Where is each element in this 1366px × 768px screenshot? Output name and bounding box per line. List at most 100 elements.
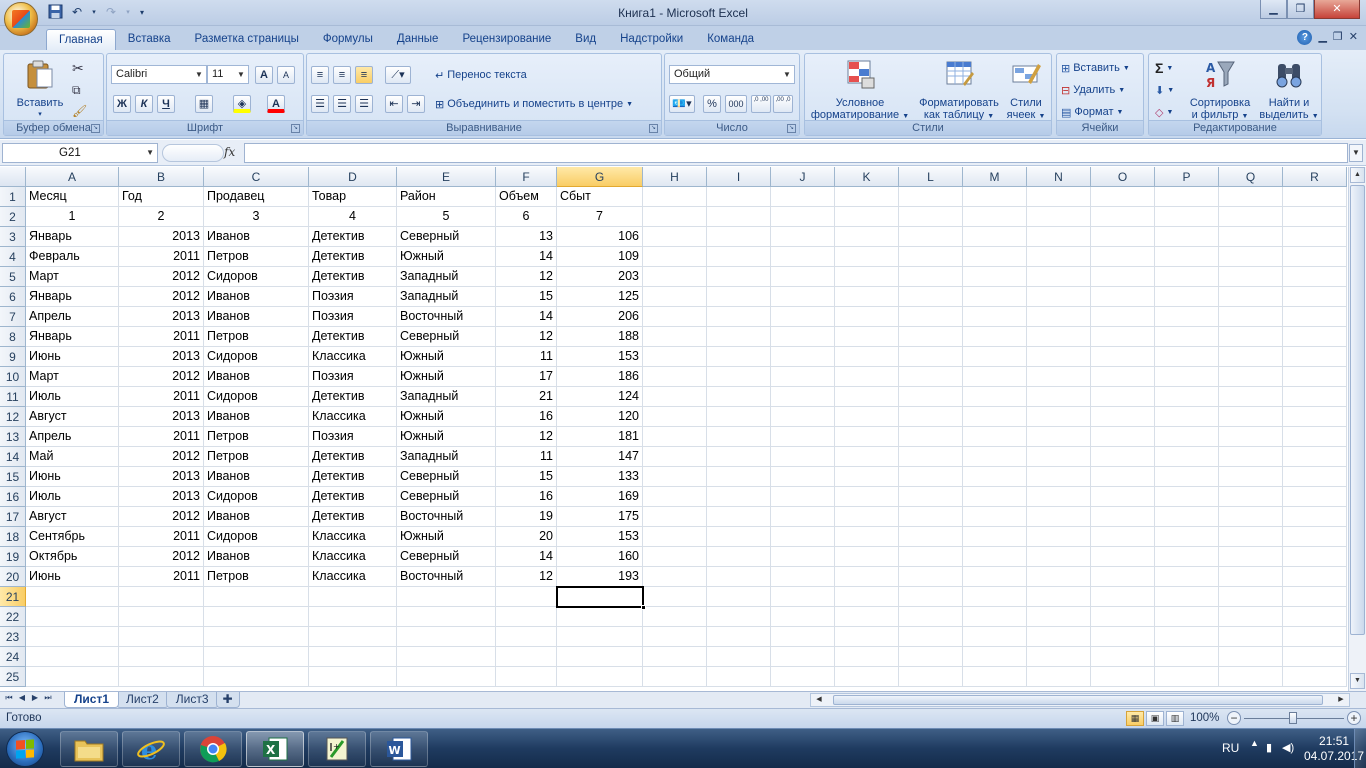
cell-n8[interactable] — [1027, 327, 1091, 347]
cell-q19[interactable] — [1219, 547, 1283, 567]
shrink-font-button[interactable]: A — [277, 65, 295, 85]
cell-e24[interactable] — [397, 647, 496, 667]
cell-e2[interactable]: 5 — [397, 207, 496, 227]
cell-m9[interactable] — [963, 347, 1027, 367]
cell-o6[interactable] — [1091, 287, 1155, 307]
cell-f20[interactable]: 12 — [496, 567, 557, 587]
cell-d10[interactable]: Поэзия — [309, 367, 397, 387]
cell-i13[interactable] — [707, 427, 771, 447]
cell-b15[interactable]: 2013 — [119, 467, 204, 487]
column-header-f[interactable]: F — [496, 167, 557, 187]
cell-r13[interactable] — [1283, 427, 1347, 447]
cell-o24[interactable] — [1091, 647, 1155, 667]
cell-c21[interactable] — [204, 587, 309, 607]
next-sheet-icon[interactable]: ▶ — [30, 693, 40, 703]
cell-l23[interactable] — [899, 627, 963, 647]
cell-f24[interactable] — [496, 647, 557, 667]
cell-i20[interactable] — [707, 567, 771, 587]
cell-f11[interactable]: 21 — [496, 387, 557, 407]
cell-r12[interactable] — [1283, 407, 1347, 427]
tab-view[interactable]: Вид — [563, 29, 608, 50]
column-header-o[interactable]: O — [1091, 167, 1155, 187]
cell-n21[interactable] — [1027, 587, 1091, 607]
cell-n5[interactable] — [1027, 267, 1091, 287]
cell-k7[interactable] — [835, 307, 899, 327]
cell-c4[interactable]: Петров — [204, 247, 309, 267]
cell-f23[interactable] — [496, 627, 557, 647]
cell-p10[interactable] — [1155, 367, 1219, 387]
cell-i12[interactable] — [707, 407, 771, 427]
cell-r25[interactable] — [1283, 667, 1347, 687]
cell-q12[interactable] — [1219, 407, 1283, 427]
merge-center-button[interactable]: ⊞ Объединить и поместить в центре ▼ — [435, 94, 633, 114]
cell-g5[interactable]: 203 — [557, 267, 643, 287]
cell-a23[interactable] — [26, 627, 119, 647]
tab-review[interactable]: Рецензирование — [450, 29, 563, 50]
cell-a15[interactable]: Июнь — [26, 467, 119, 487]
cell-g24[interactable] — [557, 647, 643, 667]
cell-p1[interactable] — [1155, 187, 1219, 207]
first-sheet-icon[interactable]: ⏮ — [4, 693, 14, 703]
cell-j17[interactable] — [771, 507, 835, 527]
cell-p8[interactable] — [1155, 327, 1219, 347]
cell-j6[interactable] — [771, 287, 835, 307]
office-button[interactable] — [4, 2, 38, 36]
cell-j12[interactable] — [771, 407, 835, 427]
column-header-g[interactable]: G — [557, 167, 643, 187]
cell-f9[interactable]: 11 — [496, 347, 557, 367]
cell-c1[interactable]: Продавец — [204, 187, 309, 207]
cell-i10[interactable] — [707, 367, 771, 387]
cell-p16[interactable] — [1155, 487, 1219, 507]
row-header-12[interactable]: 12 — [0, 407, 26, 427]
cell-c19[interactable]: Иванов — [204, 547, 309, 567]
cell-d17[interactable]: Детектив — [309, 507, 397, 527]
cell-k22[interactable] — [835, 607, 899, 627]
format-as-table-button[interactable]: Форматировать как таблицу ▼ — [913, 58, 1005, 123]
column-header-b[interactable]: B — [119, 167, 204, 187]
cell-d21[interactable] — [309, 587, 397, 607]
cell-o10[interactable] — [1091, 367, 1155, 387]
cell-a21[interactable] — [26, 587, 119, 607]
cell-g22[interactable] — [557, 607, 643, 627]
column-header-r[interactable]: R — [1283, 167, 1347, 187]
cell-e20[interactable]: Восточный — [397, 567, 496, 587]
cell-c5[interactable]: Сидоров — [204, 267, 309, 287]
cell-l3[interactable] — [899, 227, 963, 247]
cell-c10[interactable]: Иванов — [204, 367, 309, 387]
prev-sheet-icon[interactable]: ◀ — [17, 693, 27, 703]
cell-k23[interactable] — [835, 627, 899, 647]
language-indicator[interactable]: RU — [1222, 741, 1239, 755]
cell-m2[interactable] — [963, 207, 1027, 227]
cell-k2[interactable] — [835, 207, 899, 227]
cell-l16[interactable] — [899, 487, 963, 507]
cell-h6[interactable] — [643, 287, 707, 307]
cell-g20[interactable]: 193 — [557, 567, 643, 587]
cell-d14[interactable]: Детектив — [309, 447, 397, 467]
row-header-7[interactable]: 7 — [0, 307, 26, 327]
tab-page-layout[interactable]: Разметка страницы — [183, 29, 311, 50]
cell-j20[interactable] — [771, 567, 835, 587]
cell-n25[interactable] — [1027, 667, 1091, 687]
cell-m23[interactable] — [963, 627, 1027, 647]
cell-a11[interactable]: Июль — [26, 387, 119, 407]
cell-b14[interactable]: 2012 — [119, 447, 204, 467]
cell-m25[interactable] — [963, 667, 1027, 687]
cell-g9[interactable]: 153 — [557, 347, 643, 367]
cell-m8[interactable] — [963, 327, 1027, 347]
cell-b3[interactable]: 2013 — [119, 227, 204, 247]
cell-k10[interactable] — [835, 367, 899, 387]
cell-p23[interactable] — [1155, 627, 1219, 647]
cell-g17[interactable]: 175 — [557, 507, 643, 527]
cell-d25[interactable] — [309, 667, 397, 687]
column-header-p[interactable]: P — [1155, 167, 1219, 187]
cell-d3[interactable]: Детектив — [309, 227, 397, 247]
grow-font-button[interactable]: A — [255, 65, 273, 85]
cell-b11[interactable]: 2011 — [119, 387, 204, 407]
cell-e9[interactable]: Южный — [397, 347, 496, 367]
cell-k14[interactable] — [835, 447, 899, 467]
cell-n23[interactable] — [1027, 627, 1091, 647]
cell-p5[interactable] — [1155, 267, 1219, 287]
page-break-view-icon[interactable]: ▥ — [1166, 711, 1184, 726]
cell-a16[interactable]: Июль — [26, 487, 119, 507]
cell-i9[interactable] — [707, 347, 771, 367]
